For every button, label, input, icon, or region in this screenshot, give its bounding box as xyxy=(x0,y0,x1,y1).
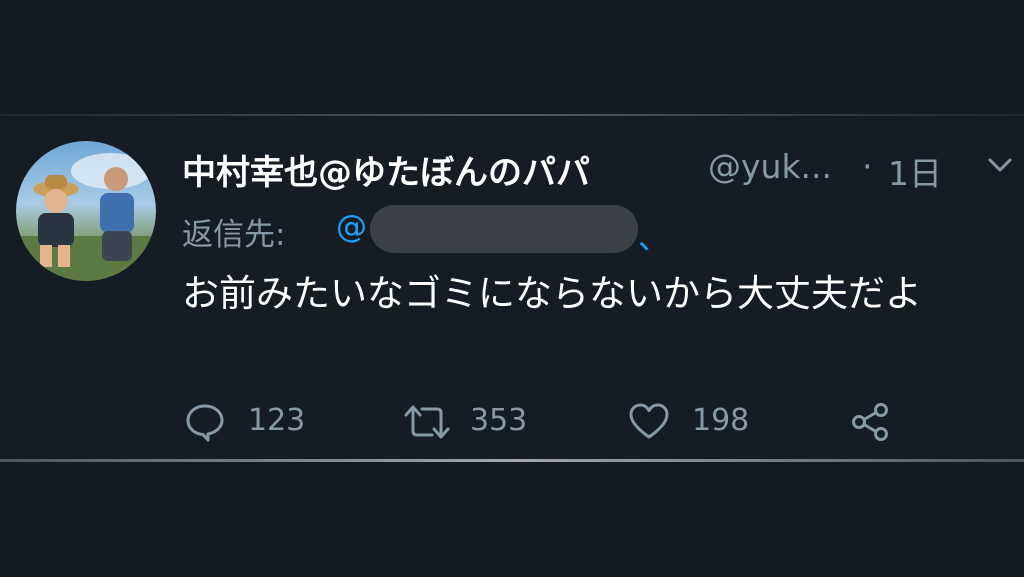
separator-dot: · xyxy=(862,147,873,186)
avatar-photo xyxy=(16,153,156,281)
reply-count: 123 xyxy=(248,403,306,438)
top-divider xyxy=(0,114,1024,116)
tweet[interactable]: 中村幸也@ゆたぼんのパパ @yuk... · 1日 返信先: @ 、 お前みたい… xyxy=(0,117,1024,459)
redacted-mention xyxy=(370,205,638,253)
timestamp[interactable]: 1日 xyxy=(888,147,942,195)
like-count: 198 xyxy=(692,403,750,438)
retweet-count: 353 xyxy=(470,403,528,438)
speech-bubble-icon[interactable] xyxy=(184,401,226,447)
retweet-icon[interactable] xyxy=(402,401,452,447)
mention-at-sign[interactable]: @ xyxy=(336,209,367,245)
replying-to-label: 返信先: xyxy=(182,217,286,253)
share-icon[interactable] xyxy=(850,401,892,447)
display-name[interactable]: 中村幸也@ゆたぼんのパパ xyxy=(182,145,590,194)
avatar[interactable] xyxy=(16,141,156,281)
bottom-divider xyxy=(0,459,1024,462)
heart-icon[interactable] xyxy=(628,401,670,447)
chevron-down-icon[interactable] xyxy=(986,155,1014,175)
user-handle[interactable]: @yuk... xyxy=(708,147,832,186)
mention-tail: 、 xyxy=(638,221,669,257)
action-bar: 123 353 198 xyxy=(0,397,1024,447)
tweet-text: お前みたいなゴミにならないから大丈夫だよ xyxy=(182,272,922,315)
screen: 中村幸也@ゆたぼんのパパ @yuk... · 1日 返信先: @ 、 お前みたい… xyxy=(0,0,1024,577)
